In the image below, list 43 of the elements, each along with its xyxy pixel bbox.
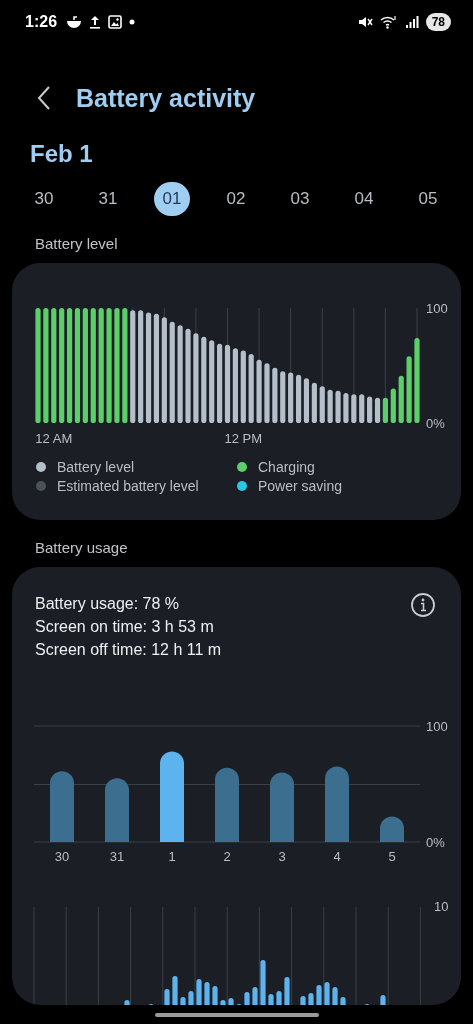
axis-label: 4: [333, 849, 341, 864]
axis-label: 30: [54, 849, 70, 864]
info-icon[interactable]: [410, 592, 436, 618]
axis-label: 0%: [426, 835, 445, 850]
axis-label: 10: [434, 899, 449, 914]
mute-icon: [357, 15, 373, 29]
day-tab[interactable]: 31: [90, 182, 126, 216]
day-tab[interactable]: 02: [218, 182, 254, 216]
axis-label: 100: [426, 301, 448, 316]
back-icon[interactable]: [36, 85, 52, 111]
battery-indicator: 78: [425, 13, 451, 31]
axis-label: 3: [278, 849, 286, 864]
axis-label: 1: [168, 849, 176, 864]
day-tab[interactable]: 04: [346, 182, 382, 216]
image-icon: [108, 15, 123, 29]
axis-label: 12 AM: [35, 431, 73, 446]
axis-label: 5: [388, 849, 396, 864]
day-tab[interactable]: 01: [154, 182, 190, 216]
legend-label: Estimated battery level: [57, 478, 199, 494]
page-title: Battery activity: [76, 83, 256, 113]
usage-stat: Screen off time: 12 h 11 m: [35, 640, 222, 660]
axis-label: 31: [109, 849, 125, 864]
dot-icon: [129, 19, 136, 25]
signal-icon: [404, 15, 419, 29]
date-title: Feb 1: [30, 140, 94, 169]
section-heading: Battery usage: [35, 539, 129, 557]
bowl-icon: [66, 15, 83, 29]
legend-label: Charging: [258, 459, 315, 475]
axis-label: 2: [223, 849, 231, 864]
day-tab[interactable]: 03: [282, 182, 318, 216]
usage-stat: Battery usage: 78 %: [35, 594, 181, 614]
axis-label: 12 PM: [224, 431, 263, 446]
legend-label: Battery level: [57, 459, 135, 475]
axis-label: 100: [426, 719, 448, 734]
axis-label: 0%: [426, 416, 445, 431]
day-tab[interactable]: 05: [410, 182, 446, 216]
usage-stat: Screen on time: 3 h 53 m: [35, 617, 215, 637]
day-tab[interactable]: 30: [26, 182, 62, 216]
legend-label: Power saving: [258, 478, 343, 494]
upload-icon: [89, 15, 102, 29]
wifi-icon: [379, 15, 398, 29]
section-heading: Battery level: [35, 235, 119, 253]
status-time: 1:26: [25, 13, 58, 31]
